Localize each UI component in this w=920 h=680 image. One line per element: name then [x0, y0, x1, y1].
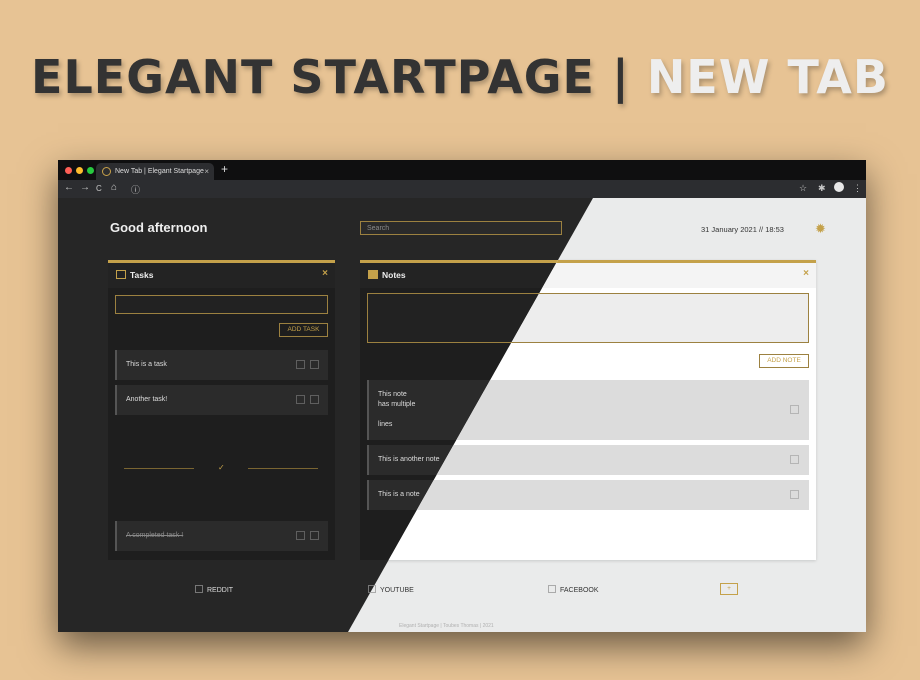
sun-icon[interactable]: ✹: [815, 221, 826, 237]
tab-strip: New Tab | Elegant Startpage × +: [58, 160, 866, 180]
task-edit-icon[interactable]: [296, 360, 305, 369]
note-delete-icon[interactable]: [790, 405, 799, 414]
task-edit-icon[interactable]: [296, 395, 305, 404]
reddit-icon: [195, 585, 203, 593]
note-delete-icon[interactable]: [790, 490, 799, 499]
browser-tab[interactable]: New Tab | Elegant Startpage ×: [96, 163, 214, 180]
browser-window: New Tab | Elegant Startpage × + ← → C ⌂ …: [58, 160, 866, 632]
task-input[interactable]: [115, 295, 328, 314]
link-facebook[interactable]: FACEBOOK: [548, 585, 599, 594]
headline-accent: NEW TAB: [646, 50, 889, 104]
divider-line-right: [248, 468, 318, 469]
minimize-window-dot[interactable]: [76, 167, 83, 174]
footer-credit: Elegant Startpage | Toubes Thomas | 2021: [399, 623, 494, 629]
completed-task-item: A completed task !: [115, 521, 328, 551]
favicon-icon: [102, 167, 111, 176]
task-complete-icon[interactable]: [310, 395, 319, 404]
note-line: has multiple: [378, 401, 416, 408]
task-item: Another task!: [115, 385, 328, 415]
note-text: This is another note: [378, 456, 440, 463]
tasks-title: Tasks: [130, 270, 154, 280]
add-note-button-light[interactable]: ADD NOTE: [759, 354, 809, 368]
link-label: FACEBOOK: [560, 587, 599, 594]
link-reddit[interactable]: REDDIT: [195, 585, 233, 594]
notes-icon: [368, 270, 378, 279]
facebook-icon: [548, 585, 556, 593]
task-item: This is a task: [115, 350, 328, 380]
task-complete-icon[interactable]: [310, 360, 319, 369]
back-icon[interactable]: ←: [64, 182, 74, 193]
greeting: Good afternoon: [110, 220, 208, 235]
completed-task-text: A completed task !: [126, 532, 184, 539]
info-icon[interactable]: ⓘ: [131, 183, 140, 196]
completed-divider-icon: ✓: [218, 463, 225, 472]
reload-icon[interactable]: C: [96, 184, 102, 193]
headline-main: ELEGANT STARTPAGE |: [31, 50, 630, 104]
tasks-card: Tasks × ADD TASK This is a task Another …: [108, 260, 335, 560]
notes-title: Notes: [382, 270, 406, 280]
task-text: Another task!: [126, 396, 168, 403]
task-undo-icon[interactable]: [310, 531, 319, 540]
link-label: YOUTUBE: [380, 587, 414, 594]
profile-avatar[interactable]: [834, 182, 844, 192]
link-youtube-light[interactable]: YOUTUBE: [368, 585, 414, 594]
close-window-dot[interactable]: [65, 167, 72, 174]
note-delete-icon[interactable]: [790, 455, 799, 464]
browser-toolbar: ← → C ⌂ ⓘ ☆ ✱ ⋮: [58, 180, 866, 198]
note-item-light: This is a note: [367, 480, 809, 510]
note-line: This note: [378, 391, 407, 398]
extensions-icon[interactable]: ✱: [818, 183, 826, 194]
add-link-button[interactable]: +: [720, 583, 738, 595]
maximize-window-dot[interactable]: [87, 167, 94, 174]
divider-line-left: [124, 468, 194, 469]
menu-icon[interactable]: ⋮: [853, 183, 862, 194]
search-input[interactable]: Search: [360, 221, 562, 235]
datetime-light: 31 January 2021 // 18:53: [701, 225, 784, 234]
task-text: This is a task: [126, 361, 167, 368]
star-icon[interactable]: ☆: [799, 183, 807, 194]
note-text: This is a note: [378, 491, 420, 498]
tab-close-icon[interactable]: ×: [204, 163, 209, 180]
forward-icon[interactable]: →: [80, 182, 90, 193]
tasks-header: Tasks ×: [108, 263, 335, 288]
home-icon[interactable]: ⌂: [111, 182, 117, 193]
headline: ELEGANT STARTPAGE | NEW TAB: [0, 50, 920, 104]
notes-close-icon[interactable]: ×: [803, 268, 809, 279]
link-label: REDDIT: [207, 587, 234, 594]
add-task-button[interactable]: ADD TASK: [279, 323, 328, 337]
tasks-icon: [116, 270, 126, 279]
browser-chrome: New Tab | Elegant Startpage × + ← → C ⌂ …: [58, 160, 866, 198]
note-line: lines: [378, 421, 393, 428]
tasks-close-icon[interactable]: ×: [322, 268, 328, 279]
new-tab-icon[interactable]: +: [221, 162, 228, 176]
tab-title: New Tab | Elegant Startpage: [115, 168, 204, 175]
task-delete-icon[interactable]: [296, 531, 305, 540]
